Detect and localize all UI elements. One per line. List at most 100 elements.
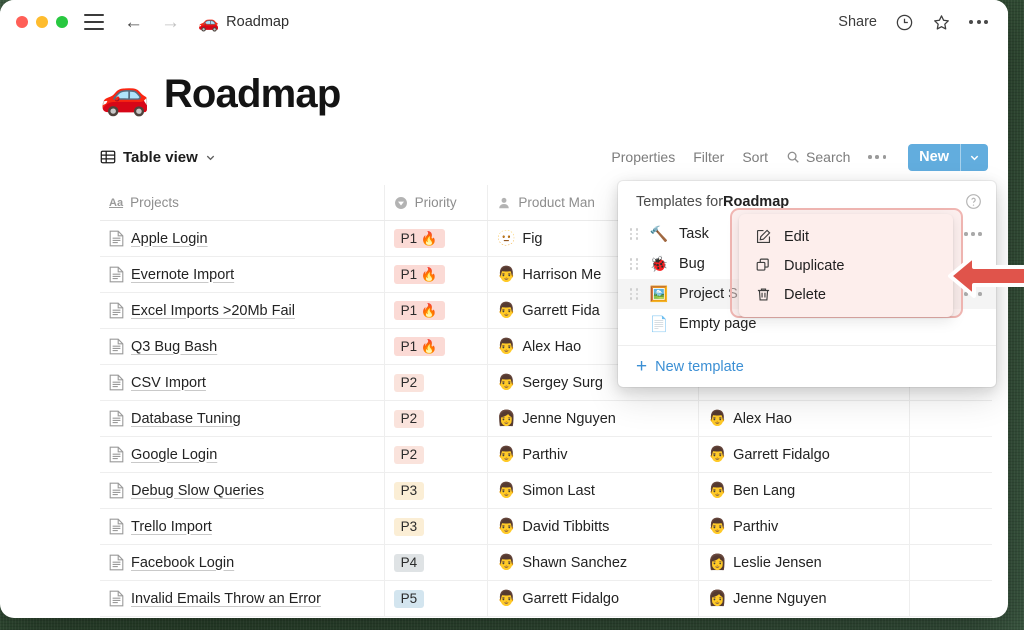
navigation-arrows: ← → (124, 13, 180, 32)
back-arrow-icon[interactable]: ← (124, 13, 143, 32)
cell-engineer[interactable]: 👩Jenne Nguyen (699, 581, 910, 616)
new-button[interactable]: New (908, 144, 988, 171)
cell-project[interactable]: Debug Slow Queries (100, 473, 385, 508)
avatar: 👨 (497, 267, 515, 282)
cell-product-manager[interactable]: 👨David Tibbitts (488, 509, 699, 544)
sort-button[interactable]: Sort (742, 149, 768, 165)
column-header-priority[interactable]: Priority (385, 185, 489, 220)
context-menu-item-delete[interactable]: Delete (739, 280, 953, 309)
cell-priority[interactable]: P2 (385, 437, 489, 472)
search-button[interactable]: Search (786, 149, 850, 165)
table-row[interactable]: Trello ImportP3👨David Tibbitts👨Parthiv (100, 509, 992, 545)
page-title-text[interactable]: Roadmap (164, 72, 341, 117)
question-circle-icon[interactable] (965, 193, 982, 210)
cell-engineer[interactable]: 👨Ben Lang (699, 473, 910, 508)
cell-product-manager[interactable]: 👨Garrett Fidalgo (488, 581, 699, 616)
avatar: 👨 (497, 519, 515, 534)
hamburger-menu-icon[interactable] (84, 14, 104, 30)
cell-project[interactable]: Database Tuning (100, 401, 385, 436)
template-label: Task (679, 226, 709, 242)
history-icon[interactable] (895, 13, 914, 32)
new-button-dropdown-icon[interactable] (961, 144, 988, 171)
cell-product-manager[interactable]: 👨Shawn Sanchez (488, 545, 699, 580)
avatar: 👩 (497, 411, 515, 426)
duplicate-icon (755, 257, 772, 274)
view-more-options-icon[interactable] (868, 155, 886, 159)
cell-priority[interactable]: P1 🔥 (385, 329, 489, 364)
window-titlebar: ← → 🚗 Roadmap Share (0, 0, 1008, 44)
minimize-window-button[interactable] (36, 16, 48, 28)
avatar: 👨 (708, 519, 726, 534)
cell-project[interactable]: CSV Import (100, 365, 385, 400)
new-template-button[interactable]: + New template (618, 345, 996, 387)
engineer-name: Garrett Fidalgo (733, 447, 830, 463)
cell-priority[interactable]: P4 (385, 545, 489, 580)
tab-table-view[interactable]: Table view (100, 149, 216, 166)
cell-project[interactable]: Excel Imports >20Mb Fail (100, 293, 385, 328)
cell-project[interactable]: Q3 Bug Bash (100, 329, 385, 364)
cell-priority[interactable]: P2 (385, 401, 489, 436)
page-car-icon[interactable]: 🚗 (100, 75, 150, 115)
traffic-lights (16, 16, 68, 28)
cell-project[interactable]: Evernote Import (100, 257, 385, 292)
drag-handle-icon[interactable] (630, 227, 639, 241)
template-more-options-icon[interactable] (964, 232, 982, 236)
trash-icon (755, 286, 772, 303)
project-name: Facebook Login (131, 555, 234, 571)
table-row[interactable]: Database TuningP2 👩 Jenne Nguyen 👨Alex Hao (100, 401, 992, 437)
maximize-window-button[interactable] (56, 16, 68, 28)
table-row[interactable]: Google Login P2 👨Parthiv 👨 Garrett Fidalgo (100, 437, 992, 473)
page-icon (109, 482, 124, 499)
desktop-background: ← → 🚗 Roadmap Share (0, 0, 1024, 630)
breadcrumb[interactable]: 🚗 Roadmap (198, 14, 289, 31)
cell-project[interactable]: Invalid Emails Throw an Error (100, 581, 385, 616)
cell-project[interactable]: Facebook Login (100, 545, 385, 580)
cell-priority[interactable]: P2 (385, 365, 489, 400)
cell-project[interactable]: Apple Login (100, 221, 385, 256)
cell-priority[interactable]: P1 🔥 (385, 293, 489, 328)
properties-button[interactable]: Properties (611, 149, 675, 165)
cell-priority[interactable]: P3 (385, 473, 489, 508)
priority-badge: P2 (394, 446, 425, 464)
drag-handle-icon[interactable] (630, 257, 639, 271)
view-toolbar-actions: Properties Filter Sort Search New (611, 144, 988, 171)
more-options-icon[interactable] (969, 20, 988, 24)
drag-handle-icon[interactable] (630, 287, 639, 301)
cell-priority[interactable]: P1 🔥 (385, 257, 489, 292)
table-row[interactable]: Facebook Login P4👨Shawn Sanchez👩Leslie Je… (100, 545, 992, 581)
cell-priority[interactable]: P5 (385, 581, 489, 616)
cell-product-manager[interactable]: 👨Simon Last (488, 473, 699, 508)
cell-engineer[interactable]: 👨Alex Hao (699, 401, 910, 436)
view-toolbar: Table view Properties Filter Sort Search (0, 141, 1008, 173)
left-pointing-arrow-annotation (944, 252, 1024, 300)
edit-pencil-icon (755, 228, 772, 245)
project-name: Q3 Bug Bash (131, 339, 217, 355)
cell-engineer[interactable]: 👨Parthiv (699, 509, 910, 544)
close-window-button[interactable] (16, 16, 28, 28)
new-button-label: New (908, 144, 960, 171)
forward-arrow-icon[interactable]: → (161, 13, 180, 32)
table-row[interactable]: Invalid Emails Throw an ErrorP5👨Garrett … (100, 581, 992, 617)
cell-engineer[interactable]: 👨 Garrett Fidalgo (699, 437, 910, 472)
cell-product-manager[interactable]: 👨Parthiv (488, 437, 699, 472)
chevron-down-icon[interactable] (205, 152, 216, 163)
share-button[interactable]: Share (838, 14, 877, 30)
cell-project[interactable]: Google Login (100, 437, 385, 472)
favorite-star-icon[interactable] (932, 13, 951, 32)
avatar: 👨 (708, 447, 726, 462)
filter-button[interactable]: Filter (693, 149, 724, 165)
person-icon (497, 196, 511, 210)
project-name: Evernote Import (131, 267, 234, 283)
cell-product-manager[interactable]: 👩 Jenne Nguyen (488, 401, 699, 436)
table-row[interactable]: Debug Slow QueriesP3👨Simon Last👨Ben Lang (100, 473, 992, 509)
cell-priority[interactable]: P1 🔥 (385, 221, 489, 256)
cell-project[interactable]: Trello Import (100, 509, 385, 544)
context-menu-item-edit[interactable]: Edit (739, 222, 953, 251)
product-manager-name: Jenne Nguyen (522, 411, 616, 427)
context-menu-item-duplicate[interactable]: Duplicate (739, 251, 953, 280)
column-header-projects[interactable]: Aa Projects (100, 185, 385, 220)
cell-engineer[interactable]: 👩Leslie Jensen (699, 545, 910, 580)
cell-priority[interactable]: P3 (385, 509, 489, 544)
priority-badge: P1 🔥 (394, 229, 445, 248)
avatar: 👨 (708, 483, 726, 498)
